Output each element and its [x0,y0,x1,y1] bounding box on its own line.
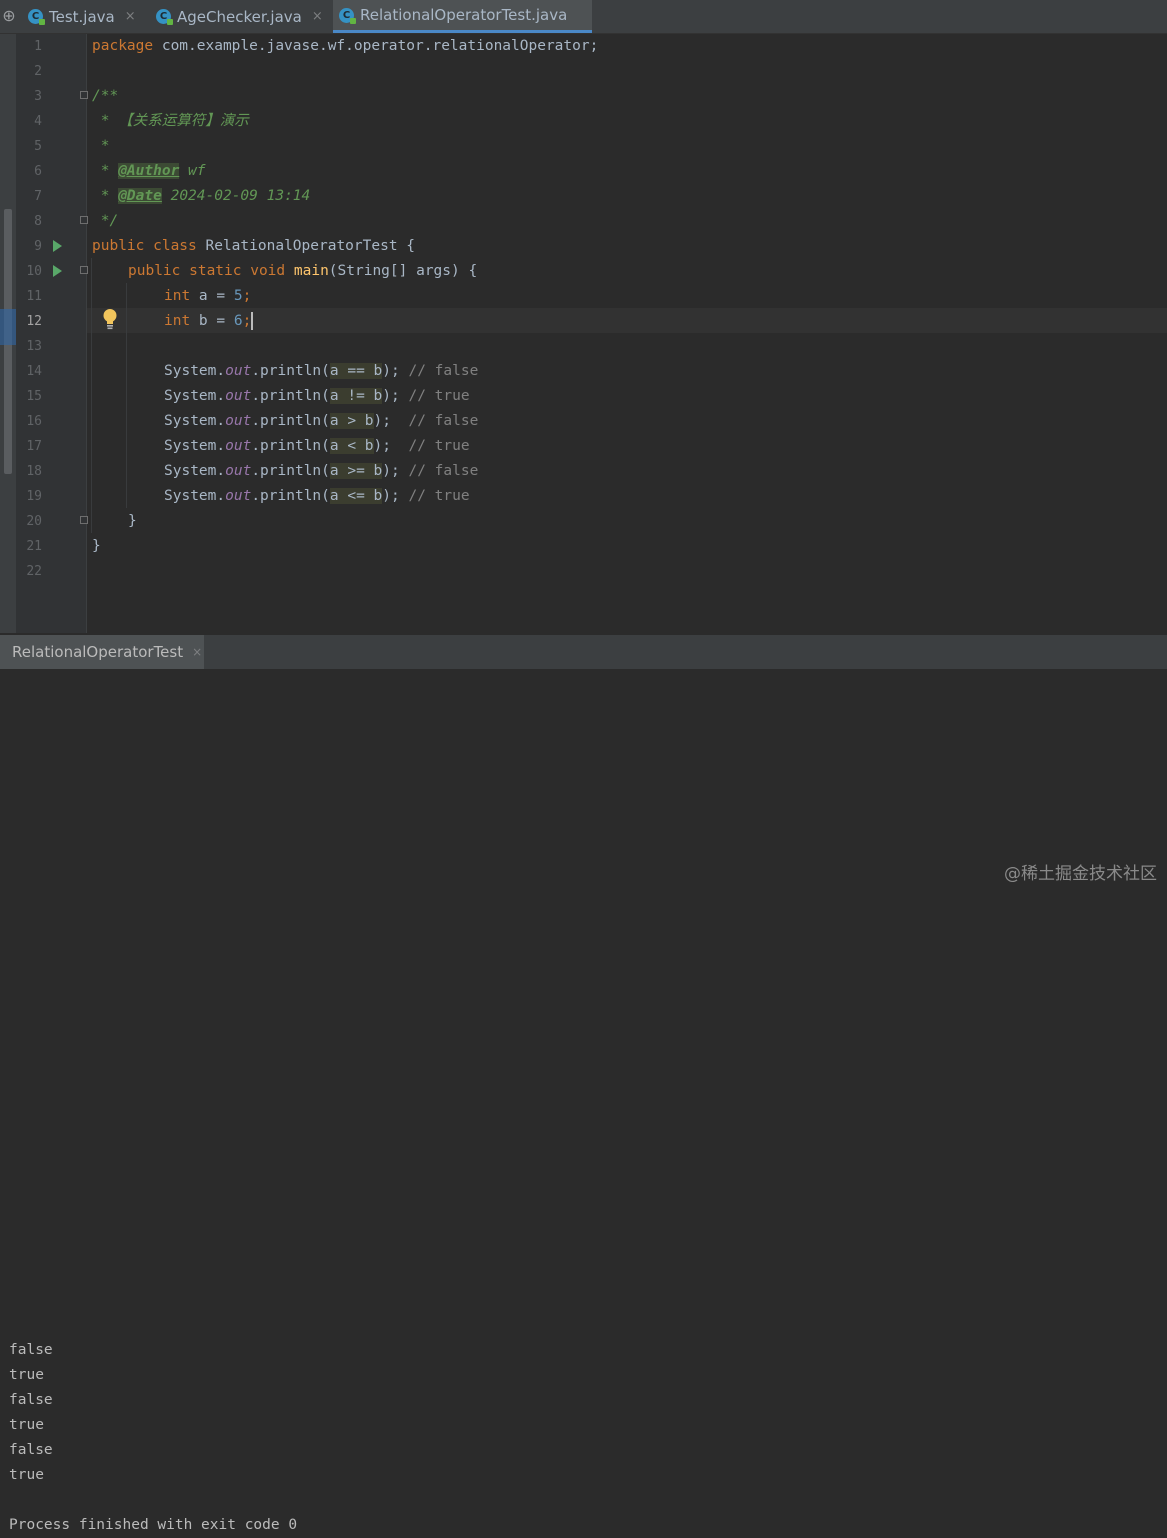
tab-relationaloperatortest-java[interactable]: C RelationalOperatorTest.java [333,0,592,33]
fold-marker-icon[interactable] [80,216,88,224]
run-tool-window-header: RelationalOperatorTest × [0,634,1167,669]
code-line-8: */ [92,213,119,229]
line-number: 11 [26,289,42,304]
console-line: false [9,1392,53,1408]
line-number: 10 [26,264,42,279]
code-line-15: System.out.println(a != b); // true [164,388,470,404]
line-number: 1 [34,39,42,54]
console-line: true [9,1417,44,1433]
tab-label: Test.java [49,7,115,26]
code-line-19: System.out.println(a <= b); // true [164,488,470,504]
line-number: 17 [26,439,42,454]
line-number: 16 [26,414,42,429]
run-tab[interactable]: RelationalOperatorTest × [0,635,204,669]
line-number: 3 [34,89,42,104]
java-class-icon: C [28,9,45,25]
run-tab-label: RelationalOperatorTest [12,643,184,661]
code-line-4: * 【关系运算符】演示 [92,113,249,129]
watermark: @稀土掘金技术社区 [1004,864,1157,884]
code-line-20: } [128,513,137,529]
fold-marker-icon[interactable] [80,266,88,274]
code-line-12: int b = 6; [164,312,254,330]
line-number: 20 [26,514,42,529]
current-line-marker [0,309,16,345]
line-number: 6 [34,164,42,179]
line-number: 14 [26,364,42,379]
run-class-icon[interactable] [53,240,62,252]
code-line-5: * [92,138,110,154]
left-tool-strip [0,34,16,633]
console-line: true [9,1367,44,1383]
indent-guide [91,258,92,533]
fold-marker-icon[interactable] [80,516,88,524]
code-line-21: } [92,538,101,554]
run-console[interactable]: false true false true false true Process finis… [0,669,1167,1533]
tab-agechecker-java[interactable]: C AgeChecker.java × [156,0,331,33]
editor-tab-bar: ⊕ C Test.java × C AgeChecker.java × C Re… [0,0,1167,34]
tab-list-icon[interactable]: ⊕ [0,7,18,25]
line-number: 19 [26,489,42,504]
close-tab-icon[interactable]: × [125,9,136,24]
line-number: 12 [26,314,42,329]
fold-marker-icon[interactable] [80,91,88,99]
console-line: Process finished with exit code 0 [9,1517,298,1533]
line-number: 21 [26,539,42,554]
java-class-icon: C [339,7,356,24]
tab-label: RelationalOperatorTest.java [360,6,568,24]
code-line-3: /** [92,88,119,104]
line-number: 9 [34,239,42,254]
close-tab-icon[interactable]: × [312,9,323,24]
text-caret [251,312,254,330]
close-run-tab-icon[interactable]: × [192,645,202,659]
line-number: 8 [34,214,42,229]
line-number: 2 [34,64,42,79]
console-line: true [9,1467,44,1483]
line-number: 7 [34,189,42,204]
console-line: false [9,1342,53,1358]
indent-guide [126,283,127,508]
console-line: false [9,1442,53,1458]
line-number: 4 [34,114,42,129]
code-line-11: int a = 5; [164,288,252,304]
line-number: 5 [34,139,42,154]
code-line-6: * @Author wf [92,163,206,179]
line-number: 13 [26,339,42,354]
code-line-9: public class RelationalOperatorTest { [92,238,416,254]
line-number: 15 [26,389,42,404]
code-line-18: System.out.println(a >= b); // false [164,463,479,479]
code-line-10: public static void main(String[] args) { [128,263,478,279]
intention-bulb-icon[interactable] [102,308,118,330]
java-class-icon: C [156,9,173,25]
line-number: 22 [26,564,42,579]
tab-label: AgeChecker.java [177,7,302,26]
code-line-1: package com.example.javase.wf.operator.r… [92,38,599,54]
tab-test-java[interactable]: C Test.java × [28,0,146,33]
code-line-17: System.out.println(a < b); // true [164,438,470,454]
code-line-14: System.out.println(a == b); // false [164,363,479,379]
line-number: 18 [26,464,42,479]
code-line-16: System.out.println(a > b); // false [164,413,479,429]
run-main-icon[interactable] [53,265,62,277]
code-line-7: * @Date 2024-02-09 13:14 [92,188,311,204]
